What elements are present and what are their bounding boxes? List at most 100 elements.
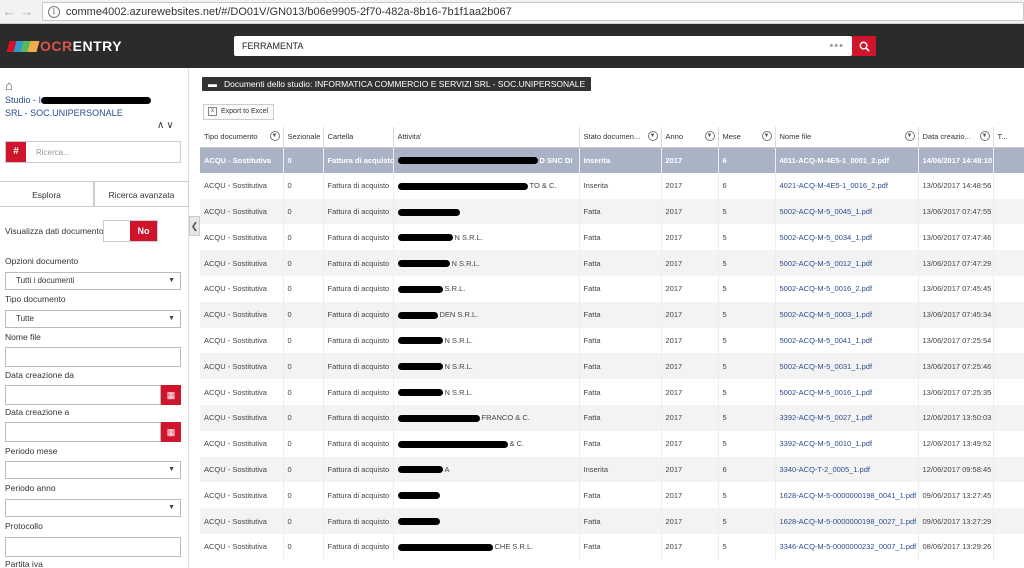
table-cell[interactable]: 3392-ACQ-M-5_0027_1.pdf xyxy=(775,404,919,431)
column-header[interactable]: Mese ▼ xyxy=(718,127,776,148)
table-row[interactable]: ACQU - Sostitutiva 0 Fattura di acquisto Fa… xyxy=(200,482,1024,509)
table-row[interactable]: ACQU - Sostitutiva 0 Fattura di acquisto CH… xyxy=(200,533,1024,560)
table-row[interactable]: ACQU - Sostitutiva 0 Fattura di acquisto N … xyxy=(200,327,1024,354)
table-cell: 12/06/2017 13:49:52 xyxy=(918,430,994,457)
table-cell[interactable]: 5002-ACQ-M-5_0016_1.pdf xyxy=(775,379,919,405)
table-cell: Fatta xyxy=(579,430,662,457)
folder-icon: ▬ xyxy=(208,79,217,89)
table-cell[interactable]: 1628-ACQ-M-5-0000000198_0027_1.pdf xyxy=(775,508,919,534)
data-creazione-a-input[interactable] xyxy=(5,422,161,442)
table-row[interactable]: ACQU - Sostitutiva 0 Fattura di acquisto N … xyxy=(200,224,1024,251)
filter-icon[interactable]: ▼ xyxy=(704,131,715,141)
table-cell: 5 xyxy=(718,353,776,380)
caret-down-icon: ▼ xyxy=(168,504,175,511)
column-header[interactable]: Nome file ▼ xyxy=(775,127,919,148)
table-cell: 12/06/2017 09:58:45 xyxy=(918,456,994,483)
table-row[interactable]: ACQU - Sostitutiva 0 Fattura di acquisto FR… xyxy=(200,404,1024,431)
table-cell[interactable]: 3340-ACQ-T-2_0005_1.pdf xyxy=(775,456,919,483)
table-row[interactable]: ACQU - Sostitutiva 0 Fattura di acquisto A I… xyxy=(200,456,1024,483)
url-field[interactable]: i comme4002.azurewebsites.net/#/DO01V/GN… xyxy=(41,2,1024,21)
table-row[interactable]: ACQU - Sostitutiva 0 Fattura di acquisto N … xyxy=(200,353,1024,380)
table-cell[interactable]: 3392-ACQ-M-5_0010_1.pdf xyxy=(775,430,919,457)
filter-icon[interactable]: ▼ xyxy=(647,131,658,141)
chevron-down-icon[interactable]: ∨ xyxy=(166,120,175,131)
info-icon[interactable]: i xyxy=(47,5,60,18)
column-header[interactable]: Cartella xyxy=(323,127,394,148)
table-cell[interactable]: 1628-ACQ-M-5-0000000198_0041_1.pdf xyxy=(775,482,919,509)
home-icon[interactable]: ⌂ xyxy=(5,78,13,93)
column-header[interactable]: Attivita' xyxy=(393,127,580,148)
export-excel-button[interactable]: x Export to Excel xyxy=(203,104,275,120)
table-cell[interactable]: 3346-ACQ-M-5-0000000232_0007_1.pdf xyxy=(775,533,919,560)
global-search-input[interactable]: FERRAMENTA ••• xyxy=(234,36,852,56)
tipo-documento-label: Tipo documento xyxy=(5,294,66,304)
column-header[interactable]: Stato documen... ▼ xyxy=(579,127,662,148)
tab-esplora[interactable]: Esplora xyxy=(0,181,94,206)
table-cell: & C. xyxy=(393,430,580,457)
table-cell[interactable]: 5002-ACQ-M-5_0031_1.pdf xyxy=(775,353,919,380)
table-row[interactable]: ACQU - Sostitutiva 0 Fattura di acquisto N … xyxy=(200,379,1024,405)
tipo-documento-select[interactable]: Tutte ▼ xyxy=(5,310,181,328)
periodo-anno-select[interactable]: ▼ xyxy=(5,499,181,517)
table-cell: 13/06/2017 07:25:35 xyxy=(918,379,994,405)
filter-icon[interactable]: ▼ xyxy=(904,131,915,141)
table-row[interactable]: ACQU - Sostitutiva 0 Fattura di acquisto N … xyxy=(200,250,1024,276)
table-cell: 13/06/2017 07:25:54 xyxy=(918,327,994,354)
filter-icon[interactable]: ▼ xyxy=(979,131,990,141)
protocollo-input[interactable] xyxy=(5,537,181,557)
table-cell: 13/06/2017 07:25:46 xyxy=(918,353,994,380)
periodo-mese-label: Periodo mese xyxy=(5,446,58,456)
table-cell[interactable]: 4011-ACQ-M-4E5-1_0001_2.pdf xyxy=(775,147,919,173)
table-cell xyxy=(993,379,1024,405)
calendar-icon[interactable]: ▦ xyxy=(161,385,181,405)
expand-collapse-chevrons[interactable]: ∧∨ xyxy=(157,120,176,131)
hash-icon[interactable]: # xyxy=(6,142,26,162)
chevron-up-icon[interactable]: ∧ xyxy=(157,120,166,131)
sidebar-search[interactable]: # Ricerca... xyxy=(5,141,181,163)
column-header[interactable]: Tipo documento ▼ xyxy=(200,127,284,148)
periodo-mese-select[interactable]: ▼ xyxy=(5,461,181,479)
table-cell[interactable]: 5002-ACQ-M-5_0041_1.pdf xyxy=(775,327,919,354)
table-row[interactable]: ACQU - Sostitutiva 0 Fattura di acquisto D … xyxy=(200,147,1024,173)
column-header[interactable]: Data creazio... ▼ xyxy=(918,127,994,148)
filter-icon[interactable]: ▼ xyxy=(761,131,772,141)
table-header-row: Tipo documento ▼ Sezionale Cartella Attiv… xyxy=(200,127,1024,148)
nome-file-input[interactable] xyxy=(5,347,181,367)
table-row[interactable]: ACQU - Sostitutiva 0 Fattura di acquisto S.… xyxy=(200,275,1024,302)
column-header[interactable]: Sezionale xyxy=(283,127,324,148)
app-logo[interactable]: OCRENTRY xyxy=(6,38,122,54)
filter-icon[interactable]: ▼ xyxy=(269,131,280,141)
studio-name-line2[interactable]: SRL - SOC.UNIPERSONALE xyxy=(5,108,123,118)
table-cell: Fattura di acquisto xyxy=(323,456,394,483)
toggle-value: No xyxy=(130,221,157,241)
back-arrow-icon[interactable]: ← xyxy=(0,4,18,19)
studio-name[interactable]: Studio - I xyxy=(5,95,152,105)
table-cell[interactable]: 5002-ACQ-M-5_0034_1.pdf xyxy=(775,224,919,251)
table-cell xyxy=(993,301,1024,328)
collapse-sidebar-handle[interactable]: ❮ xyxy=(189,216,200,236)
table-cell[interactable]: 5002-ACQ-M-5_0016_2.pdf xyxy=(775,275,919,302)
table-row[interactable]: ACQU - Sostitutiva 0 Fattura di acquisto Fa… xyxy=(200,508,1024,534)
column-header[interactable]: Anno ▼ xyxy=(661,127,719,148)
table-cell[interactable]: 5002-ACQ-M-5_0045_1.pdf xyxy=(775,198,919,225)
opzioni-select[interactable]: Tutti i documenti ▼ xyxy=(5,272,181,290)
table-cell[interactable]: 5002-ACQ-M-5_0012_1.pdf xyxy=(775,250,919,276)
table-row[interactable]: ACQU - Sostitutiva 0 Fattura di acquisto Fa… xyxy=(200,198,1024,225)
redaction-mark xyxy=(397,414,480,422)
more-dots-icon[interactable]: ••• xyxy=(829,40,844,52)
forward-arrow-icon[interactable]: → xyxy=(18,4,36,19)
search-button[interactable] xyxy=(852,36,876,56)
table-cell[interactable]: 5002-ACQ-M-5_0003_1.pdf xyxy=(775,301,919,328)
table-row[interactable]: ACQU - Sostitutiva 0 Fattura di acquisto & … xyxy=(200,430,1024,457)
visualizza-toggle[interactable]: No xyxy=(103,220,158,242)
sidebar-search-input[interactable]: Ricerca... xyxy=(36,148,70,157)
table-cell[interactable]: 4021-ACQ-M-4E5-1_0016_2.pdf xyxy=(775,172,919,199)
table-row[interactable]: ACQU - Sostitutiva 0 Fattura di acquisto TO… xyxy=(200,172,1024,199)
table-cell: 2017 xyxy=(661,353,719,380)
data-creazione-da-input[interactable] xyxy=(5,385,161,405)
tab-ricerca-avanzata[interactable]: Ricerca avanzata xyxy=(94,181,189,206)
calendar-icon[interactable]: ▦ xyxy=(161,422,181,442)
column-header[interactable]: T... xyxy=(993,127,1024,148)
table-cell xyxy=(993,430,1024,457)
table-row[interactable]: ACQU - Sostitutiva 0 Fattura di acquisto DE… xyxy=(200,301,1024,328)
